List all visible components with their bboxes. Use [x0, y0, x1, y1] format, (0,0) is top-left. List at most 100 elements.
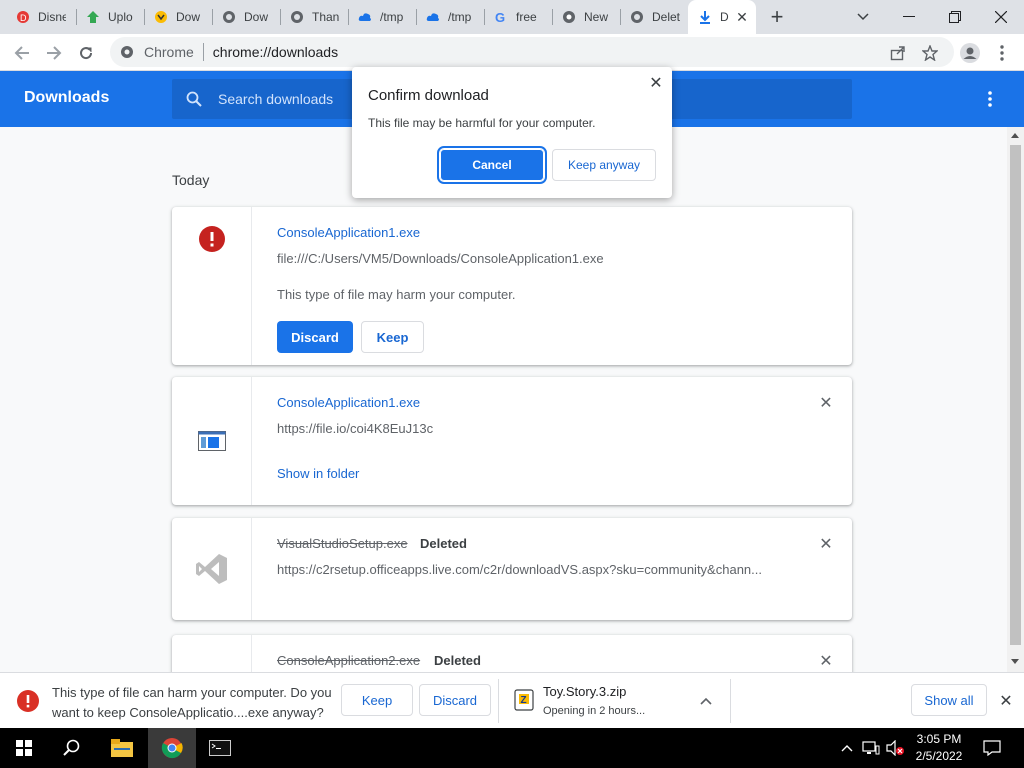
site-chip[interactable]: Chrome	[120, 43, 204, 61]
shelf-zip-filename[interactable]: Toy.Story.3.zip	[543, 684, 626, 699]
download-filename[interactable]: ConsoleApplication1.exe	[277, 225, 420, 240]
profile-avatar-icon[interactable]	[956, 39, 984, 67]
downloads-list: Today ConsoleApplication1.exe file:///C:…	[0, 127, 1024, 672]
new-tab-button[interactable]: +	[765, 4, 789, 29]
download-card-completed: ConsoleApplication1.exe https://file.io/…	[172, 377, 852, 505]
tab-label: D	[720, 10, 729, 24]
tab-label: Delet	[652, 10, 680, 24]
file-icon-column	[172, 377, 252, 505]
clock-time: 3:05 PM	[916, 732, 962, 746]
show-all-button[interactable]: Show all	[911, 684, 987, 716]
show-in-folder-link[interactable]: Show in folder	[277, 466, 359, 481]
search-icon[interactable]	[48, 728, 96, 768]
keep-button[interactable]: Keep	[361, 321, 424, 353]
remove-from-list-icon[interactable]: ✕	[816, 534, 836, 554]
file-icon-column	[172, 635, 252, 672]
close-window-icon[interactable]	[978, 0, 1024, 34]
tab-search-icon[interactable]	[840, 0, 886, 34]
scroll-thumb[interactable]	[1010, 145, 1021, 645]
download-card-deleted-2: ConsoleApplication2.exe Deleted ✕	[172, 635, 852, 672]
tab-label: Disne	[38, 10, 66, 24]
bookmark-star-icon[interactable]	[916, 39, 944, 67]
remove-from-list-icon[interactable]: ✕	[816, 651, 836, 671]
file-explorer-icon[interactable]	[98, 728, 146, 768]
scrollbar[interactable]	[1007, 127, 1024, 672]
globe-icon	[630, 10, 644, 24]
cloud-icon	[358, 10, 372, 24]
shelf-warning-line: want to keep ConsoleApplicatio....exe an…	[52, 705, 324, 720]
volume-muted-icon[interactable]	[884, 728, 906, 768]
forward-icon[interactable]	[40, 39, 68, 67]
dialog-keep-anyway-button[interactable]: Keep anyway	[552, 149, 656, 181]
reload-icon[interactable]	[72, 39, 100, 67]
tab-label: free	[516, 10, 537, 24]
disney-favicon-icon: D	[16, 10, 30, 24]
share-icon[interactable]	[884, 39, 912, 67]
danger-icon	[198, 226, 225, 252]
tab-0[interactable]: D Disne	[0, 0, 76, 34]
address-bar[interactable]: Chrome chrome://downloads	[110, 37, 954, 67]
download-filename[interactable]: ConsoleApplication1.exe	[277, 395, 420, 410]
download-filename: VisualStudioSetup.exe	[277, 536, 408, 551]
restore-icon[interactable]	[932, 0, 978, 34]
tab-label: Dow	[176, 10, 201, 24]
chrome-taskbar-icon[interactable]	[148, 728, 196, 768]
tab-3[interactable]: Dow	[206, 0, 282, 34]
more-actions-icon[interactable]	[978, 87, 1002, 111]
chrome-icon	[562, 10, 576, 24]
download-filename: ConsoleApplication2.exe	[277, 653, 421, 668]
scroll-down-arrow-icon[interactable]	[1011, 659, 1019, 664]
dialog-cancel-button[interactable]: Cancel	[437, 146, 547, 184]
shelf-warning-message: This type of file can harm your computer…	[52, 683, 342, 723]
scroll-up-arrow-icon[interactable]	[1011, 133, 1019, 138]
tab-label: Uplo	[108, 10, 133, 24]
system-clock[interactable]: 3:05 PM 2/5/2022	[906, 731, 972, 765]
google-icon: G	[494, 10, 508, 24]
tab-close-icon[interactable]: ✕	[734, 9, 750, 25]
tab-1[interactable]: Uplo	[70, 0, 146, 34]
remove-from-list-icon[interactable]: ✕	[816, 393, 836, 413]
download-card-dangerous: ConsoleApplication1.exe file:///C:/Users…	[172, 207, 852, 365]
shelf-discard-button[interactable]: Discard	[419, 684, 491, 716]
file-icon-column	[172, 207, 252, 365]
terminal-icon[interactable]	[196, 728, 244, 768]
download-url: https://c2rsetup.officeapps.live.com/c2r…	[277, 562, 762, 577]
minimize-icon[interactable]	[886, 0, 932, 34]
windows-start-icon[interactable]	[0, 728, 48, 768]
upload-favicon-icon	[86, 10, 100, 24]
browser-toolbar: Chrome chrome://downloads	[0, 34, 1024, 71]
shelf-keep-button[interactable]: Keep	[341, 684, 413, 716]
section-header-today: Today	[172, 172, 210, 188]
svg-text:G: G	[495, 10, 505, 24]
notifications-icon[interactable]	[978, 728, 1006, 768]
chevron-up-icon[interactable]	[698, 693, 714, 709]
download-shelf: This type of file can harm your computer…	[0, 672, 1024, 728]
url-text[interactable]: chrome://downloads	[213, 44, 338, 60]
dialog-message: This file may be harmful for your comput…	[368, 116, 596, 130]
download-card-deleted: VisualStudioSetup.exe Deleted https://c2…	[172, 518, 852, 620]
discard-button[interactable]: Discard	[277, 321, 353, 353]
exe-file-icon	[197, 431, 226, 451]
tab-2[interactable]: Dow	[138, 0, 214, 34]
network-icon[interactable]	[860, 728, 882, 768]
shelf-divider	[730, 679, 731, 723]
cloud-icon	[426, 10, 440, 24]
tab-6[interactable]: /tmp	[410, 0, 486, 34]
tab-7[interactable]: G free	[478, 0, 554, 34]
tab-9[interactable]: Delet	[614, 0, 690, 34]
tab-8[interactable]: New	[546, 0, 622, 34]
page-title: Downloads	[24, 89, 110, 106]
chrome-menu-icon[interactable]	[988, 39, 1016, 67]
back-icon[interactable]	[8, 39, 36, 67]
danger-icon	[17, 690, 39, 712]
close-shelf-icon[interactable]: ✕	[996, 691, 1016, 711]
tab-4[interactable]: Than	[274, 0, 350, 34]
zip-file-icon: Z	[514, 689, 534, 711]
tray-chevron-up-icon[interactable]	[838, 728, 856, 768]
tab-downloads-active[interactable]: D ✕	[688, 0, 756, 34]
shelf-warning-line: This type of file can harm your computer…	[52, 685, 332, 700]
tab-label: /tmp	[380, 10, 404, 24]
clock-date: 2/5/2022	[915, 749, 963, 763]
tab-5[interactable]: /tmp	[342, 0, 418, 34]
dialog-close-icon[interactable]: ✕	[646, 73, 666, 93]
